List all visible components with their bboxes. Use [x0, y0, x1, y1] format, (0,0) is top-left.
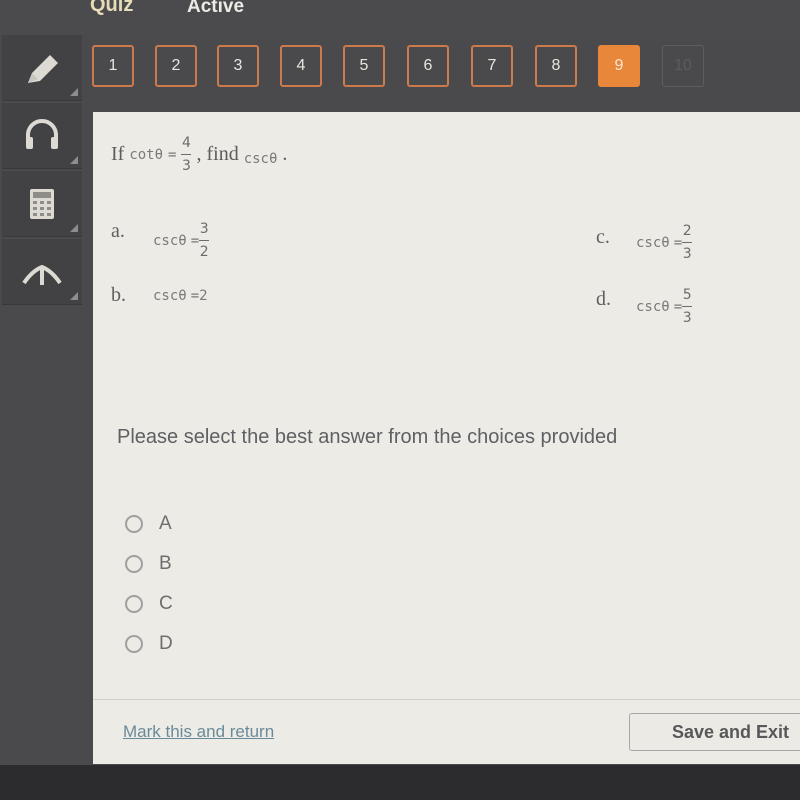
instruction-text: Please select the best answer from the c…	[117, 426, 618, 448]
question-prefix: If	[111, 143, 125, 165]
given-denominator: 3	[182, 158, 191, 174]
headphones-icon	[26, 119, 58, 149]
choice-d-function: cscθ	[636, 298, 670, 315]
choice-a-expression: cscθ = 3 2	[153, 221, 210, 260]
choice-b-function: cscθ	[153, 288, 187, 304]
question-button-9-current[interactable]: 9	[598, 45, 640, 87]
question-button-1[interactable]: 1	[92, 45, 134, 87]
choice-d-letter: d.	[596, 288, 611, 310]
mark-and-return-link[interactable]: Mark this and return	[123, 722, 274, 742]
expand-corner-icon	[70, 292, 78, 300]
given-equals: =	[168, 146, 177, 163]
given-function: cotθ	[129, 146, 164, 163]
choice-a-fraction: 3 2	[199, 221, 210, 260]
question-button-10: 10	[662, 45, 704, 87]
question-button-4[interactable]: 4	[280, 45, 322, 87]
choice-c-function: cscθ	[636, 234, 670, 251]
expand-corner-icon	[70, 88, 78, 96]
option-d[interactable]: D	[125, 624, 173, 664]
choice-a-letter: a.	[111, 220, 125, 242]
choice-a-equals: =	[190, 232, 200, 249]
option-c[interactable]: C	[125, 584, 173, 624]
question-text: If cotθ = 4 3 , find cscθ .	[111, 136, 287, 173]
choice-d-equals: =	[673, 298, 683, 315]
choice-c-letter: c.	[596, 226, 610, 248]
choice-a-numerator: 3	[199, 221, 209, 237]
choice-c-fraction: 2 3	[682, 223, 693, 262]
choice-b-letter: b.	[111, 284, 126, 306]
choice-a-function: cscθ	[153, 232, 187, 249]
question-button-7[interactable]: 7	[471, 45, 513, 87]
choice-c-expression: cscθ = 2 3	[636, 223, 693, 262]
calculator-icon	[30, 189, 54, 219]
choice-c-equals: =	[673, 234, 683, 251]
question-button-8[interactable]: 8	[535, 45, 577, 87]
radio-b[interactable]	[125, 555, 143, 573]
answer-options: A B C D	[125, 504, 173, 664]
choice-d-expression: cscθ = 5 3	[636, 287, 693, 326]
choice-d-denominator: 3	[682, 310, 692, 326]
choice-b-expression: cscθ = 2	[153, 288, 208, 304]
reference-tool-button[interactable]	[2, 239, 82, 305]
target-function: cscθ	[243, 150, 278, 167]
screen-bezel	[0, 765, 800, 800]
radio-d[interactable]	[125, 635, 143, 653]
expand-corner-icon	[70, 224, 78, 232]
choice-c-numerator: 2	[682, 223, 692, 239]
expand-corner-icon	[70, 156, 78, 164]
question-button-5[interactable]: 5	[343, 45, 385, 87]
choice-a-denominator: 2	[199, 244, 209, 260]
choice-d-numerator: 5	[682, 287, 692, 303]
question-button-6[interactable]: 6	[407, 45, 449, 87]
fraction-bar	[181, 154, 192, 155]
tool-sidebar	[0, 35, 87, 765]
fraction-bar	[682, 306, 693, 307]
fraction-bar	[199, 240, 210, 241]
given-numerator: 4	[182, 135, 191, 151]
choice-c-denominator: 3	[682, 246, 692, 262]
question-panel: If cotθ = 4 3 , find cscθ . a. cscθ = 3 …	[93, 112, 800, 764]
top-bar: Quiz Active	[0, 0, 800, 40]
pencil-icon	[28, 55, 58, 83]
question-button-3[interactable]: 3	[217, 45, 259, 87]
question-mid: , find	[196, 143, 239, 165]
option-b-label: B	[159, 553, 172, 574]
option-d-label: D	[159, 633, 173, 654]
given-fraction: 4 3	[181, 135, 192, 174]
radio-c[interactable]	[125, 595, 143, 613]
option-a[interactable]: A	[125, 504, 173, 544]
reference-icon	[22, 264, 62, 285]
question-suffix: .	[282, 143, 288, 165]
audio-tool-button[interactable]	[2, 103, 82, 169]
option-a-label: A	[159, 513, 172, 534]
question-button-2[interactable]: 2	[155, 45, 197, 87]
choice-b-value: 2	[199, 288, 208, 304]
option-b[interactable]: B	[125, 544, 173, 584]
pencil-tool-button[interactable]	[2, 35, 82, 101]
option-c-label: C	[159, 593, 173, 614]
quiz-status: Active	[187, 0, 245, 17]
radio-a[interactable]	[125, 515, 143, 533]
calculator-tool-button[interactable]	[2, 171, 82, 237]
fraction-bar	[682, 242, 693, 243]
footer-divider	[93, 699, 800, 700]
save-and-exit-button[interactable]: Save and Exit	[629, 713, 800, 751]
choice-d-fraction: 5 3	[682, 287, 693, 326]
choice-b-equals: =	[190, 288, 200, 304]
quiz-title: Quiz	[90, 0, 134, 16]
